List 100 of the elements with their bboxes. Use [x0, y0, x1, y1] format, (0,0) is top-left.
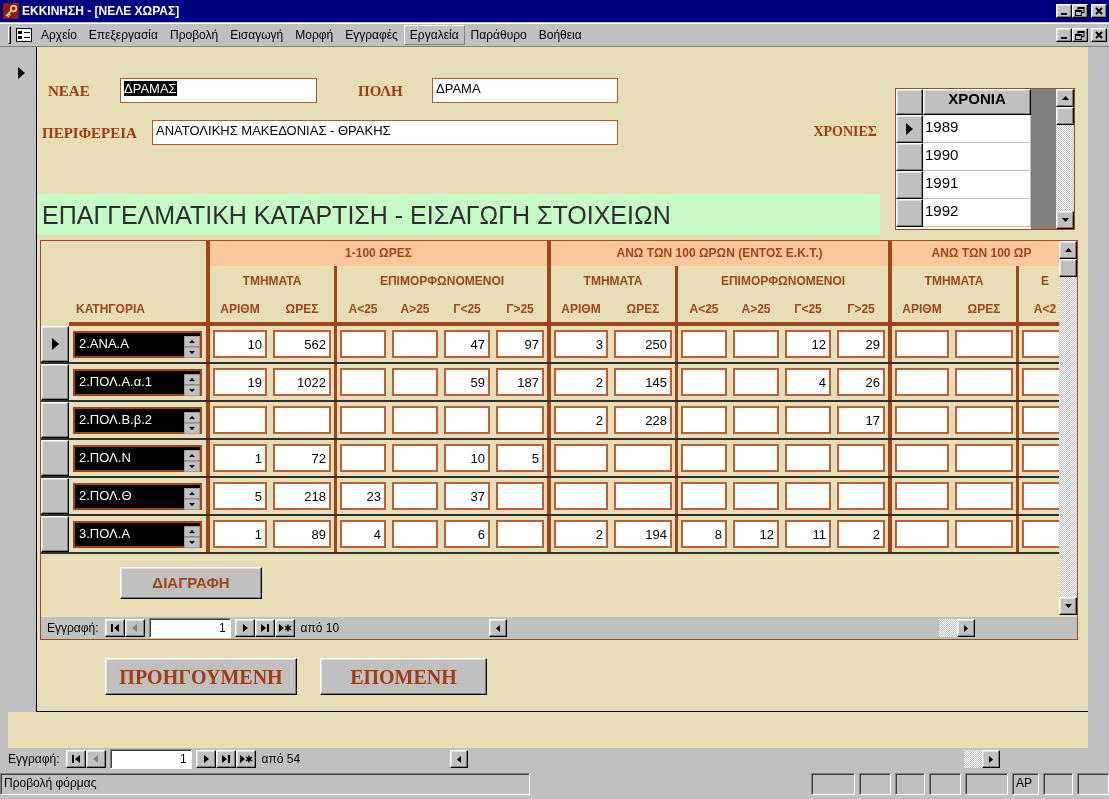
- number-field[interactable]: 37: [444, 482, 490, 510]
- number-field[interactable]: [895, 444, 949, 472]
- number-field[interactable]: [392, 444, 438, 472]
- number-field[interactable]: [681, 444, 727, 472]
- number-field[interactable]: [733, 406, 779, 434]
- first-record-button[interactable]: [104, 619, 125, 637]
- number-field[interactable]: 8: [681, 520, 727, 548]
- scroll-down-button[interactable]: [1059, 597, 1077, 615]
- number-field[interactable]: [895, 520, 949, 548]
- close-button[interactable]: [1091, 28, 1107, 42]
- number-field[interactable]: [837, 482, 885, 510]
- number-field[interactable]: 145: [614, 368, 672, 396]
- number-field[interactable]: [614, 482, 672, 510]
- number-field[interactable]: 228: [614, 406, 672, 434]
- menu-item[interactable]: Μορφή: [289, 24, 340, 46]
- menu-item[interactable]: Εργαλεία: [403, 24, 465, 46]
- number-field[interactable]: 12: [733, 520, 779, 548]
- menu-item[interactable]: Εισαγωγή: [224, 24, 290, 46]
- number-field[interactable]: [681, 482, 727, 510]
- restore-button[interactable]: [1072, 4, 1088, 18]
- scroll-right-button[interactable]: [982, 750, 1001, 768]
- row-selector[interactable]: [41, 326, 69, 362]
- text-field[interactable]: ΔΡΑΜΑΣ: [120, 78, 317, 103]
- row-selector[interactable]: [41, 478, 69, 514]
- number-field[interactable]: 2: [837, 520, 885, 548]
- next-record-button[interactable]: [234, 619, 255, 637]
- next-record-button[interactable]: [195, 750, 216, 768]
- number-field[interactable]: [955, 482, 1013, 510]
- menu-item[interactable]: Βοήθεια: [532, 24, 588, 46]
- menu-item[interactable]: Παράθυρο: [464, 24, 533, 46]
- horizontal-scrollbar[interactable]: [489, 619, 976, 637]
- number-field[interactable]: [1022, 330, 1059, 358]
- number-field[interactable]: [496, 406, 544, 434]
- number-field[interactable]: [955, 330, 1013, 358]
- category-combo[interactable]: 2.ΑΝΑ.Α: [73, 331, 202, 358]
- number-field[interactable]: 4: [340, 520, 386, 548]
- menu-item[interactable]: Αρχείο: [35, 24, 83, 46]
- minimize-button[interactable]: [1056, 4, 1072, 18]
- number-field[interactable]: [273, 406, 331, 434]
- number-field[interactable]: [444, 406, 490, 434]
- number-field[interactable]: [895, 482, 949, 510]
- number-field[interactable]: 3: [554, 330, 608, 358]
- number-field[interactable]: [392, 406, 438, 434]
- category-combo[interactable]: 2.ΠΟΛ.Ν: [73, 445, 202, 472]
- number-field[interactable]: [392, 520, 438, 548]
- number-field[interactable]: [681, 406, 727, 434]
- number-field[interactable]: [955, 406, 1013, 434]
- row-selector[interactable]: [41, 516, 69, 552]
- number-field[interactable]: [392, 368, 438, 396]
- number-field[interactable]: [895, 368, 949, 396]
- number-field[interactable]: [213, 406, 267, 434]
- last-record-button[interactable]: [215, 750, 236, 768]
- row-selector[interactable]: [41, 364, 69, 400]
- previous-record-button[interactable]: [85, 750, 106, 768]
- number-field[interactable]: [1022, 444, 1059, 472]
- number-field[interactable]: 1022: [273, 368, 331, 396]
- number-field[interactable]: 12: [785, 330, 831, 358]
- first-record-button[interactable]: [65, 750, 86, 768]
- number-field[interactable]: [554, 482, 608, 510]
- number-field[interactable]: [785, 406, 831, 434]
- number-field[interactable]: [554, 444, 608, 472]
- number-field[interactable]: [895, 330, 949, 358]
- number-field[interactable]: 218: [273, 482, 331, 510]
- number-field[interactable]: 29: [837, 330, 885, 358]
- last-record-button[interactable]: [254, 619, 275, 637]
- previous-record-button[interactable]: [124, 619, 145, 637]
- number-field[interactable]: [496, 482, 544, 510]
- scroll-left-button[interactable]: [489, 619, 508, 637]
- number-field[interactable]: 250: [614, 330, 672, 358]
- minimize-button[interactable]: [1056, 28, 1072, 42]
- number-field[interactable]: [785, 482, 831, 510]
- number-field[interactable]: [785, 444, 831, 472]
- number-field[interactable]: [733, 368, 779, 396]
- number-field[interactable]: 89: [273, 520, 331, 548]
- menu-item[interactable]: Εγγραφές: [339, 24, 404, 46]
- number-field[interactable]: 10: [213, 330, 267, 358]
- scroll-left-button[interactable]: [450, 750, 469, 768]
- number-field[interactable]: 59: [444, 368, 490, 396]
- number-field[interactable]: 4: [785, 368, 831, 396]
- vertical-scrollbar[interactable]: [1059, 241, 1077, 615]
- number-field[interactable]: 187: [496, 368, 544, 396]
- category-combo[interactable]: 2.ΠΟΛ.Α.α.1: [73, 369, 202, 396]
- nav-button[interactable]: ΕΠΟΜΕΝΗ: [320, 658, 487, 695]
- vertical-scrollbar[interactable]: [1056, 89, 1074, 229]
- row-selector[interactable]: [896, 199, 923, 227]
- row-selector[interactable]: [41, 402, 69, 438]
- number-field[interactable]: 97: [496, 330, 544, 358]
- number-field[interactable]: 26: [837, 368, 885, 396]
- number-field[interactable]: [1022, 368, 1059, 396]
- text-field[interactable]: ΑΝΑΤΟΛΙΚΗΣ ΜΑΚΕΔΟΝΙΑΣ - ΘΡΑΚΗΣ: [152, 120, 618, 145]
- scroll-right-button[interactable]: [957, 619, 976, 637]
- number-field[interactable]: 47: [444, 330, 490, 358]
- new-record-button[interactable]: [274, 619, 295, 637]
- number-field[interactable]: 1: [213, 444, 267, 472]
- scroll-thumb[interactable]: [1056, 107, 1074, 125]
- number-field[interactable]: 5: [496, 444, 544, 472]
- number-field[interactable]: [1022, 520, 1059, 548]
- scroll-thumb[interactable]: [939, 619, 958, 637]
- number-field[interactable]: [614, 444, 672, 472]
- row-selector[interactable]: [896, 115, 923, 143]
